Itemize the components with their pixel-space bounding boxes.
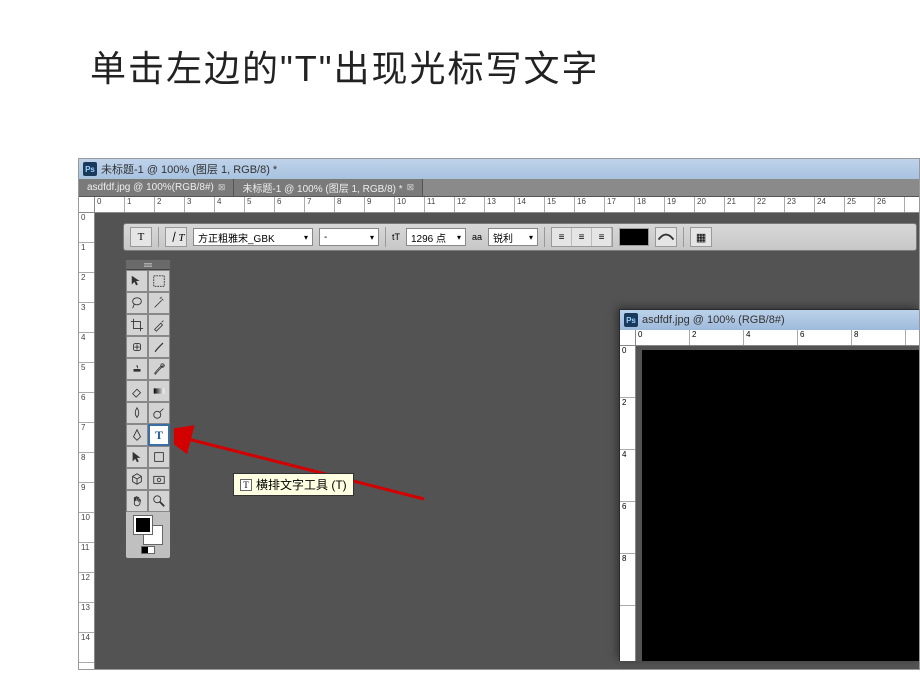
3d-tool[interactable] bbox=[126, 468, 148, 490]
dodge-tool[interactable] bbox=[148, 402, 170, 424]
foreground-color-swatch[interactable] bbox=[134, 516, 152, 534]
tool-tooltip: T 横排文字工具 (T) bbox=[233, 473, 354, 496]
font-style-value: - bbox=[324, 232, 327, 243]
separator bbox=[683, 227, 684, 247]
window-titlebar[interactable]: Ps 未标题-1 @ 100% (图层 1, RGB/8) * bbox=[79, 159, 919, 179]
separator bbox=[544, 227, 545, 247]
font-size-dropdown[interactable]: 1296 点 ▾ bbox=[406, 228, 466, 246]
document-tab[interactable]: asdfdf.jpg @ 100%(RGB/8#) ⊠ bbox=[79, 179, 234, 196]
document-tab-bar: asdfdf.jpg @ 100%(RGB/8#) ⊠ 未标题-1 @ 100%… bbox=[79, 179, 919, 197]
pen-tool[interactable] bbox=[126, 424, 148, 446]
move-tool[interactable] bbox=[126, 270, 148, 292]
options-bar: T 丨T 方正粗雅宋_GBK ▾ - ▾ tT 1296 点 ▾ aa 锐利 ▾… bbox=[123, 223, 917, 251]
font-size-value: 1296 点 bbox=[411, 230, 446, 245]
font-size-icon: tT bbox=[392, 232, 400, 242]
hand-tool[interactable] bbox=[126, 490, 148, 512]
chevron-down-icon: ▾ bbox=[529, 233, 533, 242]
tooltip-text: 横排文字工具 (T) bbox=[256, 476, 347, 493]
document-titlebar[interactable]: Ps asdfdf.jpg @ 100% (RGB/8#) bbox=[620, 310, 919, 330]
ruler-origin[interactable] bbox=[79, 197, 95, 213]
close-icon[interactable]: ⊠ bbox=[218, 182, 226, 193]
brush-tool[interactable] bbox=[148, 336, 170, 358]
align-right-button[interactable]: ≡ bbox=[592, 228, 612, 246]
horizontal-ruler[interactable]: 0 2 4 6 8 bbox=[636, 330, 919, 346]
camera-tool[interactable] bbox=[148, 468, 170, 490]
chevron-down-icon: ▾ bbox=[370, 233, 374, 242]
separator bbox=[158, 227, 159, 247]
vertical-ruler[interactable]: 0 1 2 3 4 5 6 7 8 9 10 11 12 13 14 bbox=[79, 213, 95, 669]
document-tab[interactable]: 未标题-1 @ 100% (图层 1, RGB/8) * ⊠ bbox=[234, 179, 423, 196]
character-panel-button[interactable]: ▦ bbox=[690, 227, 712, 247]
document-canvas[interactable] bbox=[642, 350, 919, 661]
color-swatches bbox=[126, 512, 170, 558]
app-icon: Ps bbox=[624, 313, 638, 327]
path-selection-tool[interactable] bbox=[126, 446, 148, 468]
eyedropper-tool[interactable] bbox=[148, 314, 170, 336]
blur-tool[interactable] bbox=[126, 402, 148, 424]
magic-wand-tool[interactable] bbox=[148, 292, 170, 314]
shape-tool[interactable] bbox=[148, 446, 170, 468]
panel-grip[interactable] bbox=[126, 260, 170, 270]
zoom-tool[interactable] bbox=[148, 490, 170, 512]
antialias-dropdown[interactable]: 锐利 ▾ bbox=[488, 228, 538, 246]
chevron-down-icon: ▾ bbox=[304, 233, 308, 242]
tool-panel[interactable]: T bbox=[125, 259, 171, 559]
vertical-ruler[interactable]: 0 2 4 6 8 bbox=[620, 346, 636, 661]
antialias-value: 锐利 bbox=[493, 230, 513, 245]
clone-stamp-tool[interactable] bbox=[126, 358, 148, 380]
font-style-dropdown[interactable]: - ▾ bbox=[319, 228, 379, 246]
align-left-button[interactable]: ≡ bbox=[552, 228, 572, 246]
history-brush-tool[interactable] bbox=[148, 358, 170, 380]
align-center-button[interactable]: ≡ bbox=[572, 228, 592, 246]
antialias-label: aa bbox=[472, 232, 482, 242]
chevron-down-icon: ▾ bbox=[457, 233, 461, 242]
warp-text-button[interactable] bbox=[655, 227, 677, 247]
separator bbox=[385, 227, 386, 247]
healing-brush-tool[interactable] bbox=[126, 336, 148, 358]
marquee-tool[interactable] bbox=[148, 270, 170, 292]
document-title: asdfdf.jpg @ 100% (RGB/8#) bbox=[642, 314, 785, 326]
tool-preset-icon[interactable]: T bbox=[130, 227, 152, 247]
window-title: 未标题-1 @ 100% (图层 1, RGB/8) * bbox=[101, 161, 277, 177]
font-family-value: 方正粗雅宋_GBK bbox=[198, 230, 275, 245]
app-icon: Ps bbox=[83, 162, 97, 176]
text-orientation-icon[interactable]: 丨T bbox=[165, 227, 187, 247]
tab-label: asdfdf.jpg @ 100%(RGB/8#) bbox=[87, 182, 214, 193]
default-colors-icon[interactable] bbox=[141, 546, 155, 554]
type-tool[interactable]: T bbox=[148, 424, 170, 446]
lasso-tool[interactable] bbox=[126, 292, 148, 314]
ruler-origin[interactable] bbox=[620, 330, 636, 346]
font-family-dropdown[interactable]: 方正粗雅宋_GBK ▾ bbox=[193, 228, 313, 246]
crop-tool[interactable] bbox=[126, 314, 148, 336]
tab-label: 未标题-1 @ 100% (图层 1, RGB/8) * bbox=[242, 180, 402, 195]
horizontal-ruler[interactable]: 0 1 2 3 4 5 6 7 8 9 10 11 12 13 14 15 16… bbox=[95, 197, 919, 213]
slide-title: 单击左边的"T"出现光标写文字 bbox=[0, 0, 920, 92]
tooltip-icon: T bbox=[240, 479, 252, 491]
document-window[interactable]: Ps asdfdf.jpg @ 100% (RGB/8#) 0 2 4 6 8 … bbox=[619, 309, 919, 661]
photoshop-window: Ps 未标题-1 @ 100% (图层 1, RGB/8) * asdfdf.j… bbox=[78, 158, 920, 670]
text-align-group: ≡ ≡ ≡ bbox=[551, 227, 613, 247]
close-icon[interactable]: ⊠ bbox=[407, 182, 415, 193]
eraser-tool[interactable] bbox=[126, 380, 148, 402]
text-color-swatch[interactable] bbox=[619, 228, 649, 246]
gradient-tool[interactable] bbox=[148, 380, 170, 402]
